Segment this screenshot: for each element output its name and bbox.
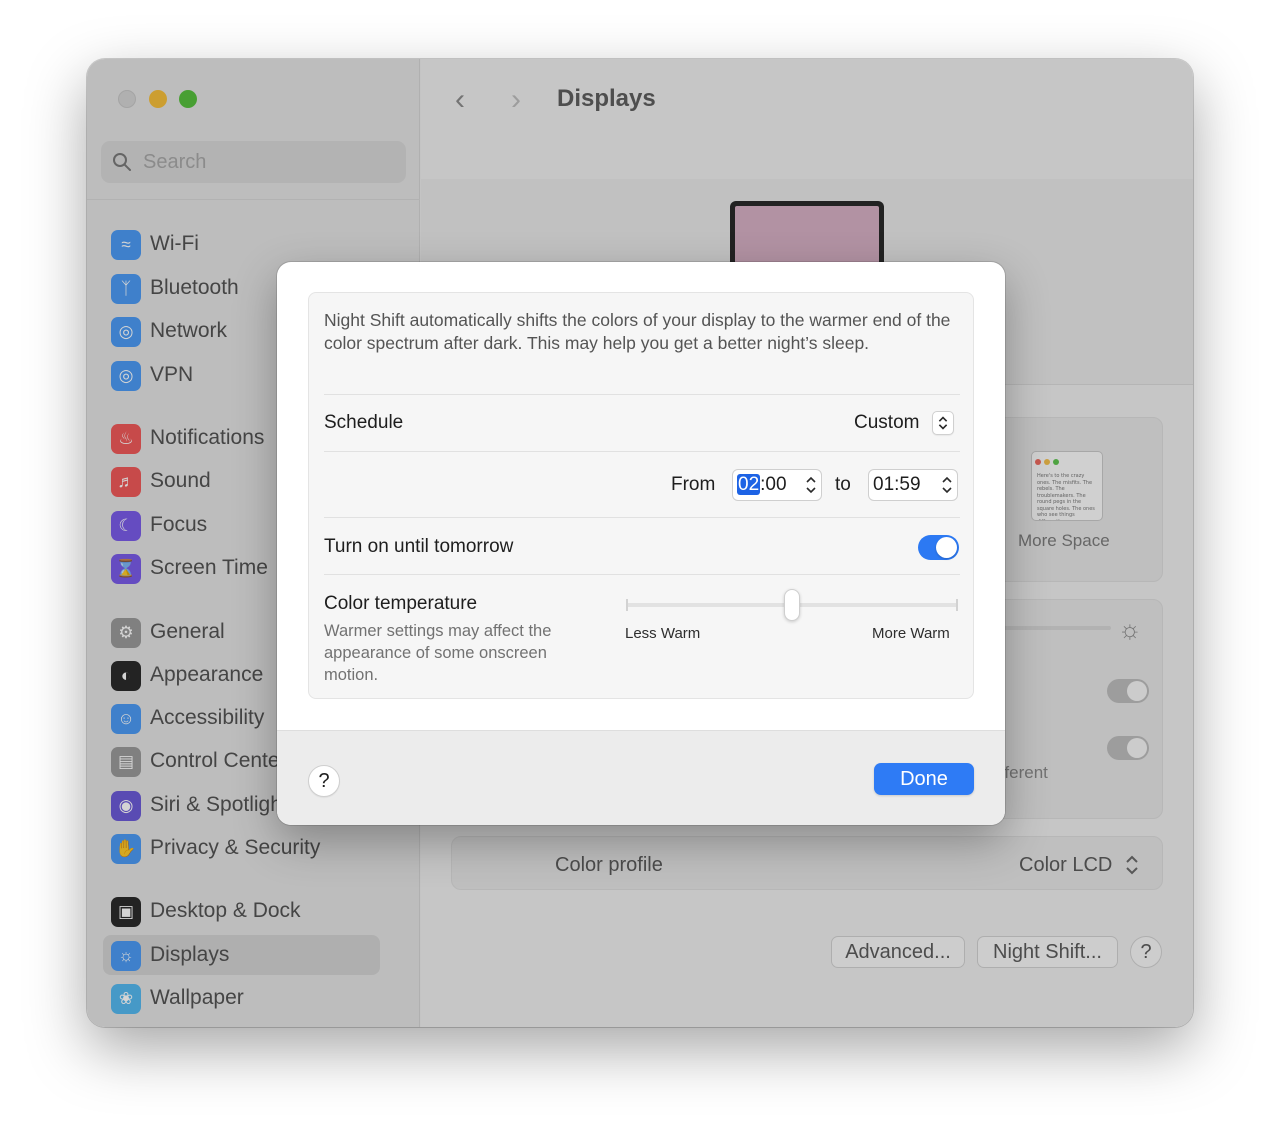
- from-time-stepper[interactable]: [803, 473, 819, 497]
- color-temperature-description: Warmer settings may affect the appearanc…: [324, 622, 552, 684]
- dialog-help-button[interactable]: ?: [308, 765, 340, 797]
- row-divider: [324, 394, 960, 395]
- from-hour-segment[interactable]: 02: [737, 474, 761, 495]
- to-time-value[interactable]: 01:59: [873, 474, 921, 496]
- schedule-label: Schedule: [324, 412, 404, 433]
- to-label: to: [835, 474, 851, 495]
- from-label: From: [671, 474, 716, 495]
- less-warm-label: Less Warm: [625, 625, 701, 642]
- to-time-stepper[interactable]: [939, 473, 955, 497]
- from-minute-segment[interactable]: :00: [760, 474, 786, 495]
- schedule-updown-icon[interactable]: [932, 411, 954, 435]
- color-temperature-label: Color temperature: [324, 593, 478, 614]
- row-divider: [324, 574, 960, 575]
- night-shift-dialog: Night Shift automatically shifts the col…: [277, 262, 1005, 825]
- slider-max-tick: [956, 599, 958, 611]
- row-divider: [324, 451, 960, 452]
- from-time-field[interactable]: 02:00: [732, 469, 822, 501]
- night-shift-settings-panel: Night Shift automatically shifts the col…: [308, 292, 974, 699]
- done-button[interactable]: Done: [874, 763, 974, 795]
- turn-on-until-tomorrow-toggle[interactable]: [918, 535, 959, 560]
- to-time-field[interactable]: 01:59: [868, 469, 958, 501]
- more-warm-label: More Warm: [872, 625, 950, 642]
- turn-on-until-tomorrow-label: Turn on until tomorrow: [324, 536, 514, 557]
- dialog-footer: ? Done: [277, 730, 1005, 825]
- color-temperature-slider-knob[interactable]: [784, 589, 800, 621]
- schedule-popup-value[interactable]: Custom: [854, 412, 919, 434]
- row-divider: [324, 517, 960, 518]
- slider-min-tick: [626, 599, 628, 611]
- night-shift-description: Night Shift automatically shifts the col…: [324, 310, 951, 353]
